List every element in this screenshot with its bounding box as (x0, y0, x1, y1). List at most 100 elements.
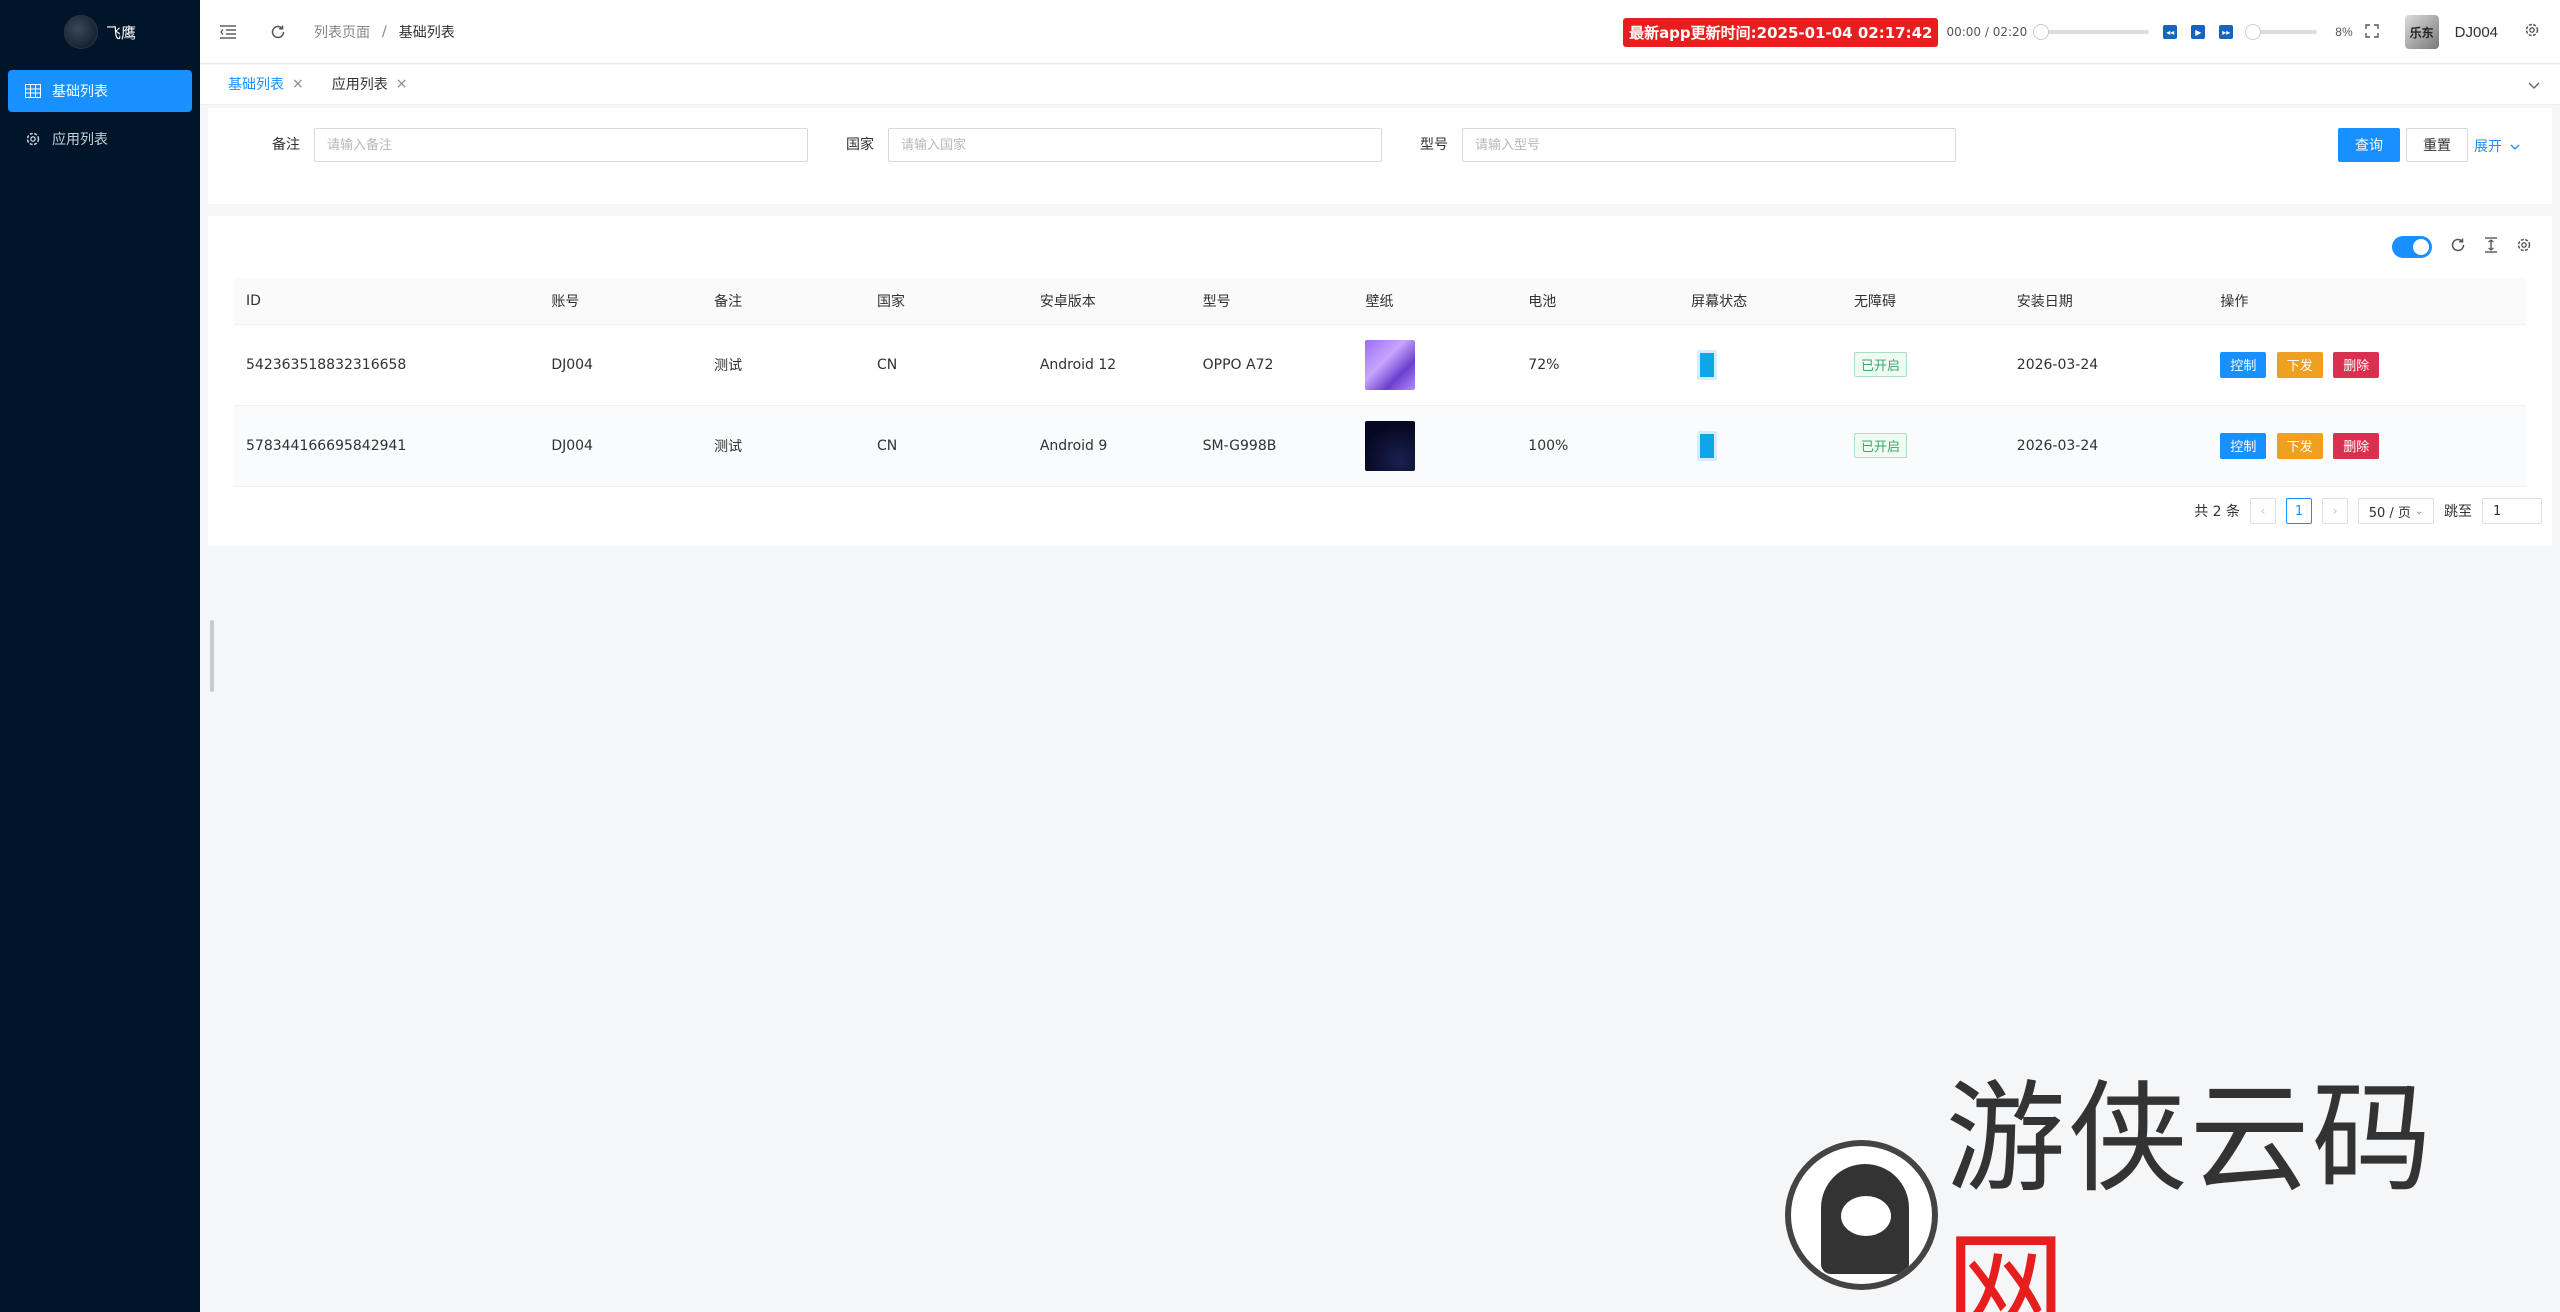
cell-install-date: 2026-03-24 (2004, 405, 2209, 487)
cell-battery: 72% (1516, 324, 1680, 406)
total-count: 共 2 条 (2194, 504, 2240, 520)
tab-label: 基础列表 (228, 76, 284, 93)
refresh-icon[interactable] (2450, 237, 2466, 258)
sidebar-item-app-list[interactable]: 应用列表 (8, 118, 192, 160)
cell-country: CN (864, 324, 1028, 406)
app-logo[interactable]: 飞鹰 (0, 0, 200, 64)
tab-label: 应用列表 (331, 76, 388, 93)
tab-basic-list[interactable]: 基础列表 × (218, 71, 314, 99)
expand-toggle[interactable]: 展开 (2474, 136, 2520, 156)
chevron-down-icon[interactable] (2528, 77, 2540, 95)
volume-percent: 8% (2335, 25, 2353, 39)
delete-button[interactable]: 删除 (2333, 351, 2380, 378)
status-badge: 已开启 (1853, 433, 1907, 458)
username[interactable]: DJ004 (2455, 24, 2498, 41)
close-icon[interactable]: × (396, 76, 408, 92)
settings-gear-icon[interactable] (2516, 237, 2532, 258)
menu-fold-icon[interactable] (216, 20, 240, 44)
cell-battery: 100% (1516, 405, 1680, 487)
col-actions: 操作 (2208, 278, 2526, 325)
logo-image (63, 15, 98, 49)
breadcrumb: 列表页面 / 基础列表 (314, 22, 455, 42)
cell-android: Android 9 (1027, 405, 1191, 487)
reset-button[interactable]: 重置 (2406, 128, 2468, 162)
model-label: 型号 (1420, 137, 1448, 153)
breadcrumb-item[interactable]: 列表页面 (314, 22, 370, 42)
search-form: 备注 国家 型号 查询 重置 展开 (208, 108, 2552, 204)
hacker-logo-icon (1785, 1140, 1938, 1290)
expand-label: 展开 (2474, 139, 2502, 155)
player-time: 00:00 / 02:20 (1946, 25, 2028, 39)
col-country: 国家 (864, 278, 1028, 325)
wallpaper-thumbnail[interactable] (1365, 420, 1416, 471)
cell-remark: 测试 (702, 324, 865, 406)
column-height-icon[interactable] (2484, 236, 2498, 258)
prev-page-button[interactable]: ‹ (2250, 498, 2276, 524)
cell-account: DJ004 (539, 324, 703, 406)
table-row: 542363518832316658 DJ004 测试 CN Android 1… (234, 324, 2526, 406)
breadcrumb-separator: / (382, 23, 387, 40)
cell-actions: 控制 下发 删除 (2208, 324, 2526, 406)
model-input[interactable] (1462, 128, 1956, 162)
col-model: 型号 (1190, 278, 1354, 325)
col-remark: 备注 (702, 278, 865, 325)
top-header: 列表页面 / 基础列表 最新app更新时间:2025-01-04 02:17:4… (200, 0, 2560, 64)
table-card: ID 账号 备注 国家 安卓版本 型号 壁纸 电池 屏幕状态 无障碍 安装日期 … (208, 216, 2552, 546)
country-input[interactable] (888, 128, 1382, 162)
cell-install-date: 2026-03-24 (2004, 324, 2209, 406)
wallpaper-thumbnail[interactable] (1365, 339, 1416, 390)
send-button[interactable]: 下发 (2276, 351, 2323, 378)
update-notice: 最新app更新时间:2025-01-04 02:17:42 (1623, 17, 1939, 47)
progress-knob[interactable] (2033, 24, 2050, 40)
sidebar-item-basic-list[interactable]: 基础列表 (8, 70, 192, 112)
table-icon (24, 82, 42, 100)
watermark-text: 游侠云码网 (1945, 1070, 2434, 1312)
player-progress[interactable] (2033, 24, 2150, 40)
tab-app-list[interactable]: 应用列表 × (322, 71, 418, 99)
sidebar-resize-handle[interactable] (210, 620, 214, 692)
avatar[interactable]: 乐东 (2404, 15, 2439, 49)
delete-button[interactable]: 删除 (2333, 432, 2380, 459)
col-wallpaper: 壁纸 (1353, 278, 1517, 325)
display-toggle[interactable] (2392, 236, 2432, 258)
settings-gear-icon[interactable] (2524, 22, 2540, 43)
page-tabs: 基础列表 × 应用列表 × (200, 65, 2560, 105)
page-size-select[interactable]: 50 / 页 ⌄ (2358, 498, 2434, 524)
remark-input[interactable] (314, 128, 808, 162)
cell-wallpaper (1353, 324, 1517, 406)
close-icon[interactable]: × (292, 76, 304, 92)
send-button[interactable]: 下发 (2276, 432, 2323, 459)
page-number[interactable]: 1 (2286, 498, 2312, 524)
play-icon[interactable]: ▶ (2191, 25, 2206, 39)
cell-accessibility: 已开启 (1841, 324, 2005, 406)
table-toolbar (2392, 236, 2532, 258)
col-android: 安卓版本 (1027, 278, 1191, 325)
breadcrumb-current: 基础列表 (398, 24, 455, 41)
query-button[interactable]: 查询 (2338, 128, 2400, 162)
country-label: 国家 (846, 137, 874, 153)
header-right: 最新app更新时间:2025-01-04 02:17:42 00:00 / 02… (1623, 0, 2560, 64)
cell-screen (1679, 405, 1842, 487)
cell-android: Android 12 (1027, 324, 1191, 406)
control-button[interactable]: 控制 (2220, 432, 2267, 459)
cell-country: CN (864, 405, 1028, 487)
cell-screen (1679, 324, 1842, 406)
col-account: 账号 (539, 278, 703, 325)
app-name: 飞鹰 (105, 23, 136, 42)
chevron-down-icon (2510, 144, 2520, 150)
col-id: ID (234, 278, 540, 325)
fullscreen-icon[interactable] (2364, 23, 2379, 41)
volume-slider[interactable] (2244, 24, 2318, 40)
pagination: 共 2 条 ‹ 1 › 50 / 页 ⌄ 跳至 1 (2194, 498, 2542, 524)
volume-knob[interactable] (2244, 24, 2261, 40)
refresh-icon[interactable] (266, 20, 290, 44)
next-page-button[interactable]: › (2322, 498, 2348, 524)
cell-model: OPPO A72 (1190, 324, 1354, 406)
next-icon[interactable]: ▸▸ (2219, 25, 2234, 39)
jump-input[interactable]: 1 (2482, 498, 2542, 524)
control-button[interactable]: 控制 (2220, 351, 2267, 378)
cell-id: 542363518832316658 (234, 324, 540, 406)
table-header-row: ID 账号 备注 国家 安卓版本 型号 壁纸 电池 屏幕状态 无障碍 安装日期 … (234, 278, 2526, 325)
col-battery: 电池 (1516, 278, 1680, 325)
prev-icon[interactable]: ◂◂ (2163, 25, 2178, 39)
